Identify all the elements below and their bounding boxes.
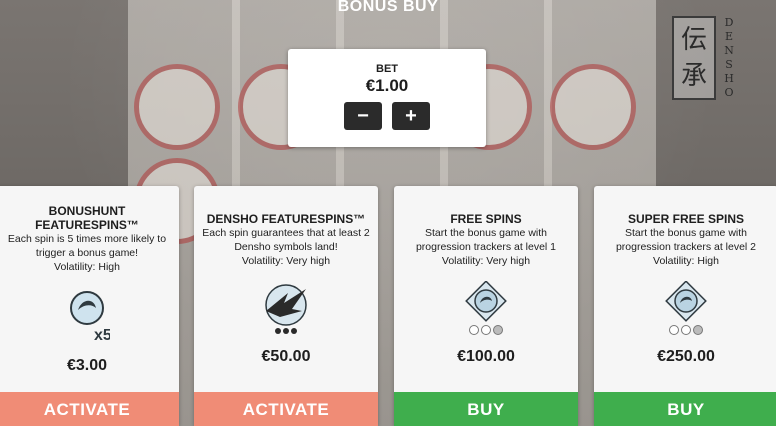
progress-tracker	[394, 324, 578, 336]
card-price: €100.00	[457, 348, 515, 365]
card-title: DENSHO FEATURESPINS™	[206, 212, 366, 226]
tracker-dot-empty	[469, 325, 479, 335]
card-title: SUPER FREE SPINS	[627, 212, 745, 226]
bet-decrease-button[interactable]: −	[344, 102, 382, 130]
card-description: Start the bonus game with progression tr…	[615, 227, 757, 253]
bonus-buy-title: BONUS BUY	[337, 0, 439, 15]
card-price: €50.00	[261, 348, 311, 365]
game-logo-word: D E N S H O	[724, 16, 734, 99]
bet-increase-button[interactable]: +	[392, 102, 430, 130]
card-volatility: Volatility: High	[54, 261, 120, 273]
card-volatility: Volatility: Very high	[241, 255, 331, 267]
tracker-dot-empty	[669, 325, 679, 335]
bonus-card-bonushunt: BONUSHUNT FEATURESPINS™ Each spin is 5 t…	[0, 186, 179, 426]
card-volatility: Volatility: Very high	[441, 255, 531, 267]
buy-button[interactable]: BUY	[394, 392, 578, 426]
multiplier-badge: x5	[94, 327, 110, 342]
tracker-dot-empty	[481, 325, 491, 335]
bonus-card-super-free-spins: SUPER FREE SPINS Start the bonus game wi…	[594, 186, 776, 426]
activate-button[interactable]: ACTIVATE	[0, 392, 179, 426]
bonus-card-densho: DENSHO FEATURESPINS™ Each spin guarantee…	[194, 186, 378, 426]
progress-tracker	[594, 324, 776, 336]
game-logo: 伝 承	[672, 16, 716, 100]
bet-value: €1.00	[365, 76, 409, 95]
densho-bird-icon	[194, 281, 378, 337]
bonus-card-free-spins: FREE SPINS Start the bonus game with pro…	[394, 186, 578, 426]
bet-label: BET	[376, 63, 398, 75]
card-price: €3.00	[66, 357, 108, 374]
activate-button[interactable]: ACTIVATE	[194, 392, 378, 426]
bet-panel: BET €1.00 − +	[288, 49, 486, 147]
tracker-dot-empty	[681, 325, 691, 335]
tracker-dot-filled	[493, 325, 503, 335]
buy-button[interactable]: BUY	[594, 392, 776, 426]
reel-symbol-cat	[550, 64, 636, 150]
reel-symbol-sun	[134, 64, 220, 150]
card-volatility: Volatility: High	[653, 255, 719, 267]
card-description: Start the bonus game with progression tr…	[415, 227, 557, 253]
card-title: BONUSHUNT FEATURESPINS™	[35, 204, 139, 232]
card-description: Each spin is 5 times more likely to trig…	[7, 233, 167, 259]
card-description: Each spin guarantees that at least 2 Den…	[202, 227, 370, 253]
tracker-dot-filled	[693, 325, 703, 335]
bonushunt-icon: x5	[0, 286, 179, 342]
card-price: €250.00	[657, 348, 715, 365]
card-title: FREE SPINS	[450, 212, 522, 226]
